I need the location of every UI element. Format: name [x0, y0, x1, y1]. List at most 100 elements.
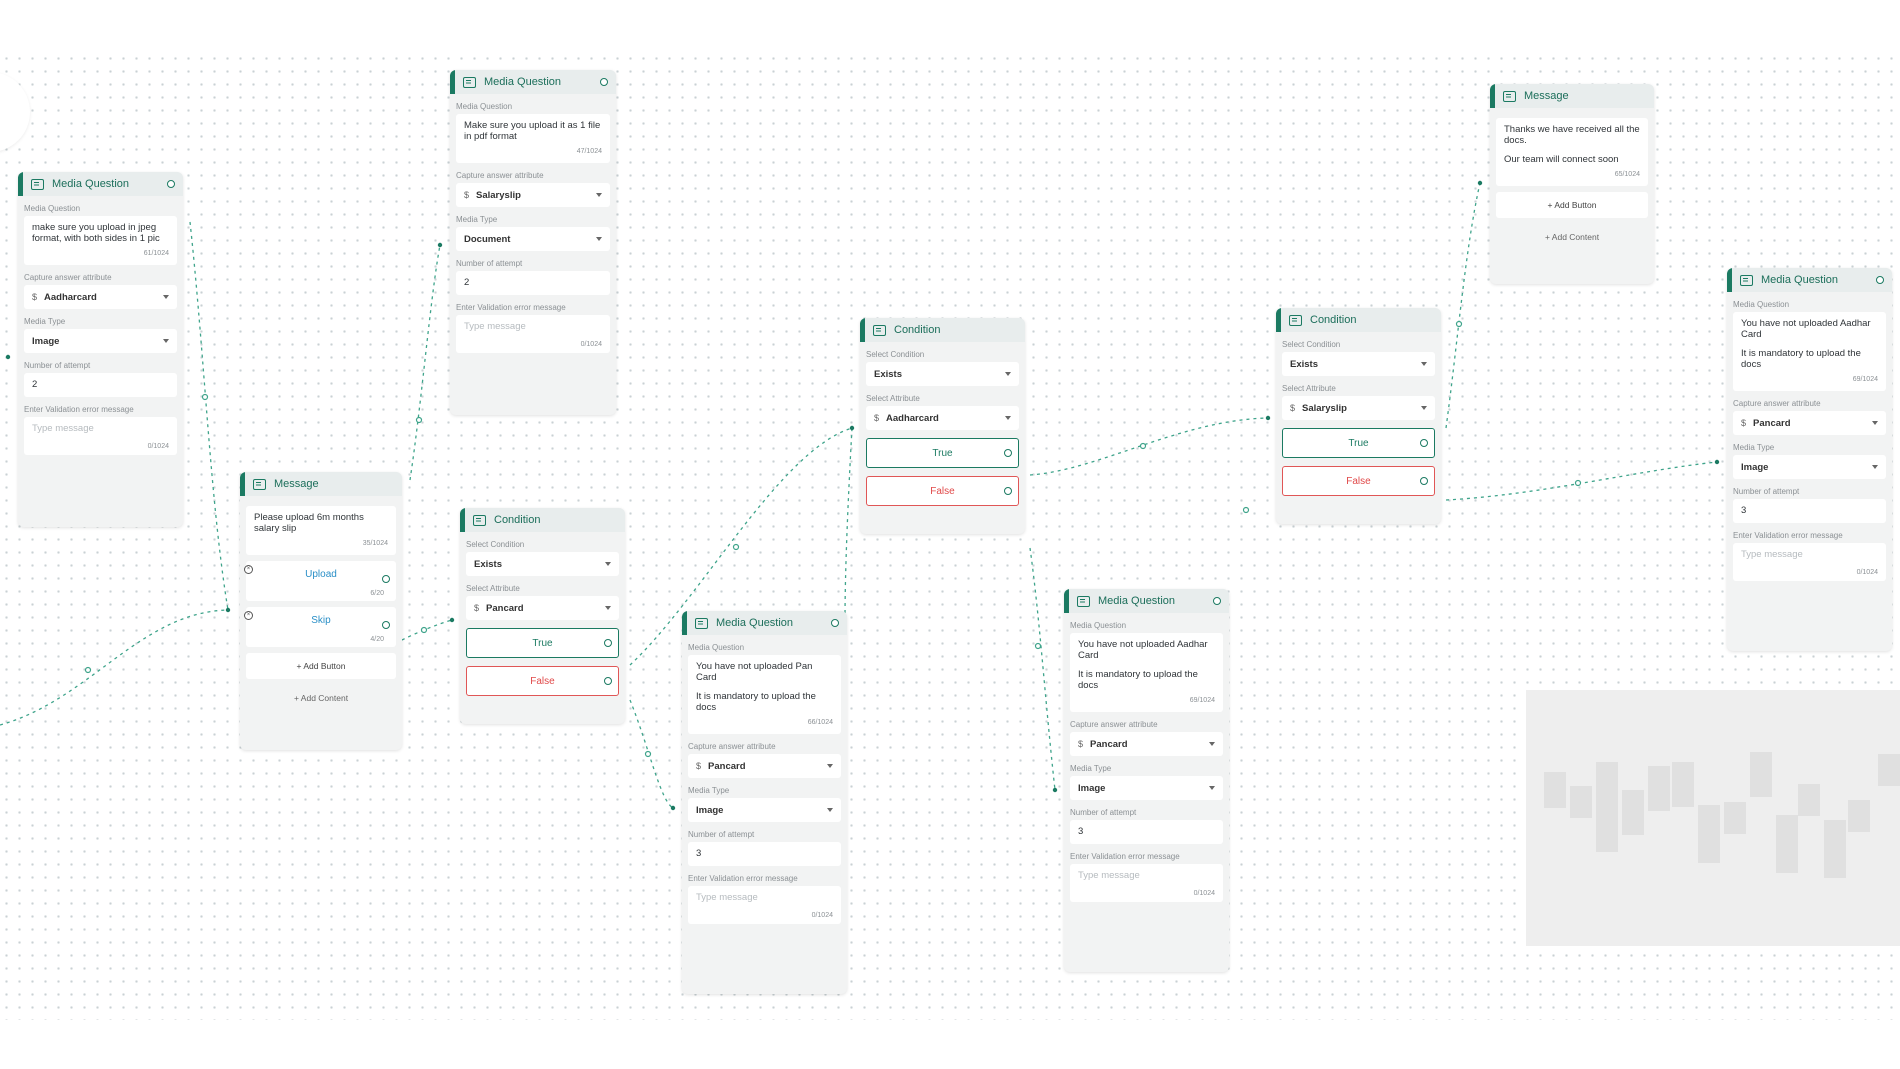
node-header[interactable]: Media Question [1064, 589, 1229, 613]
edge-marker [1242, 506, 1250, 514]
question-textarea[interactable]: make sure you upload in jpeg format, wit… [24, 216, 177, 265]
condition-select[interactable]: Exists [1282, 352, 1435, 376]
flow-canvas[interactable]: Media Question Media Question make sure … [0, 0, 1900, 1069]
attempt-input[interactable]: 3 [1733, 499, 1886, 523]
error-message-input[interactable]: Type message 0/1024 [456, 315, 610, 353]
reply-button-upload[interactable]: × Upload 6/20 [244, 561, 396, 601]
output-port-icon[interactable] [1213, 597, 1221, 605]
media-type-select[interactable]: Image [1070, 776, 1223, 800]
message-textarea[interactable]: Please upload 6m months salary slip 35/1… [246, 506, 396, 555]
true-branch[interactable]: True [1282, 428, 1435, 458]
error-message-input[interactable]: Type message 0/1024 [688, 886, 841, 924]
attribute-select[interactable]: $ Salaryslip [1282, 396, 1435, 420]
node-header[interactable]: Media Question [1727, 268, 1892, 292]
attribute-select[interactable]: $ Aadharcard [866, 406, 1019, 430]
question-textarea[interactable]: Make sure you upload it as 1 file in pdf… [456, 114, 610, 163]
node-header[interactable]: Media Question [682, 611, 847, 635]
condition-node-1[interactable]: Condition Select Condition Exists Select… [460, 508, 625, 724]
output-port-icon[interactable] [1420, 439, 1428, 447]
edge-marker [1034, 642, 1042, 650]
node-header[interactable]: Message [1490, 84, 1654, 108]
attempt-input[interactable]: 3 [688, 842, 841, 866]
chat-card-icon [473, 514, 486, 526]
node-header[interactable]: Condition [860, 318, 1025, 342]
edge-marker [732, 543, 740, 551]
capture-attribute-select[interactable]: $ Pancard [1733, 411, 1886, 435]
node-header[interactable]: Condition [1276, 308, 1441, 332]
node-header[interactable]: Media Question [450, 70, 616, 94]
node-header[interactable]: Condition [460, 508, 625, 532]
attribute-select[interactable]: $ Pancard [466, 596, 619, 620]
media-question-node-5[interactable]: Media Question Media Question You have n… [1727, 268, 1892, 651]
minimap-node [1848, 800, 1870, 832]
minimap[interactable] [1526, 690, 1900, 946]
field-label: Number of attempt [24, 361, 91, 370]
output-port-icon[interactable] [604, 677, 612, 685]
capture-attribute-select[interactable]: $ Aadharcard [24, 285, 177, 309]
output-port-icon[interactable] [600, 78, 608, 86]
true-branch[interactable]: True [866, 438, 1019, 468]
error-message-input[interactable]: Type message 0/1024 [24, 417, 177, 455]
edge-end-dot [670, 805, 676, 811]
output-port-icon[interactable] [167, 180, 175, 188]
chevron-down-icon [1421, 406, 1427, 410]
add-button[interactable]: + Add Button [246, 653, 396, 679]
question-textarea[interactable]: You have not uploaded Pan Card It is man… [688, 655, 841, 734]
remove-button-icon[interactable]: × [244, 565, 253, 574]
node-header[interactable]: Media Question [18, 172, 183, 196]
condition-node-3[interactable]: Condition Select Condition Exists Select… [1276, 308, 1441, 524]
field-label: Media Type [688, 786, 730, 795]
add-content-link[interactable]: + Add Content [240, 693, 402, 703]
message-textarea[interactable]: Thanks we have received all the docs. Ou… [1496, 118, 1648, 186]
reply-button-skip[interactable]: × Skip 4/20 [244, 607, 396, 647]
output-port-icon[interactable] [604, 639, 612, 647]
add-button[interactable]: + Add Button [1496, 192, 1648, 218]
selected-value: Document [464, 233, 511, 245]
media-type-select[interactable]: Image [1733, 455, 1886, 479]
false-branch[interactable]: False [466, 666, 619, 696]
char-count: 0/1024 [811, 912, 833, 919]
field-label: Media Question [24, 204, 81, 213]
false-branch[interactable]: False [1282, 466, 1435, 496]
media-question-node-3[interactable]: Media Question Media Question You have n… [682, 611, 847, 994]
edge-cond3-msg2 [1445, 182, 1481, 429]
node-header[interactable]: Message [240, 472, 402, 496]
output-port-icon[interactable] [1004, 487, 1012, 495]
selected-value: Exists [1290, 358, 1318, 370]
condition-node-2[interactable]: Condition Select Condition Exists Select… [860, 318, 1025, 534]
output-port-icon[interactable] [382, 575, 390, 583]
attempt-input[interactable]: 3 [1070, 820, 1223, 844]
attempt-input[interactable]: 2 [24, 373, 177, 397]
capture-attribute-select[interactable]: $ Salaryslip [456, 183, 610, 207]
question-textarea[interactable]: You have not uploaded Aadhar Card It is … [1733, 312, 1886, 391]
node-title: Message [1524, 90, 1569, 102]
question-textarea[interactable]: You have not uploaded Aadhar Card It is … [1070, 633, 1223, 712]
remove-button-icon[interactable]: × [244, 611, 253, 620]
condition-select[interactable]: Exists [866, 362, 1019, 386]
media-question-node-1[interactable]: Media Question Media Question make sure … [18, 172, 183, 527]
attempt-input[interactable]: 2 [456, 271, 610, 295]
media-type-select[interactable]: Image [688, 798, 841, 822]
false-branch[interactable]: False [866, 476, 1019, 506]
output-port-icon[interactable] [1876, 276, 1884, 284]
output-port-icon[interactable] [1420, 477, 1428, 485]
capture-attribute-select[interactable]: $ Pancard [688, 754, 841, 778]
attribute-icon: $ [32, 292, 38, 302]
true-branch[interactable]: True [466, 628, 619, 658]
output-port-icon[interactable] [382, 621, 390, 629]
media-type-select[interactable]: Image [24, 329, 177, 353]
media-type-select[interactable]: Document [456, 227, 610, 251]
message-node-1[interactable]: Message Please upload 6m months salary s… [240, 472, 402, 750]
output-port-icon[interactable] [831, 619, 839, 627]
output-port-icon[interactable] [1004, 449, 1012, 457]
message-node-2[interactable]: Message Thanks we have received all the … [1490, 84, 1654, 284]
media-question-node-2[interactable]: Media Question Media Question Make sure … [450, 70, 616, 415]
add-content-link[interactable]: + Add Content [1490, 232, 1654, 242]
field-label: Media Question [688, 643, 745, 652]
minimap-node [1776, 815, 1798, 873]
media-question-node-4[interactable]: Media Question Media Question You have n… [1064, 589, 1229, 972]
capture-attribute-select[interactable]: $ Pancard [1070, 732, 1223, 756]
error-message-input[interactable]: Type message 0/1024 [1733, 543, 1886, 581]
condition-select[interactable]: Exists [466, 552, 619, 576]
error-message-input[interactable]: Type message 0/1024 [1070, 864, 1223, 902]
